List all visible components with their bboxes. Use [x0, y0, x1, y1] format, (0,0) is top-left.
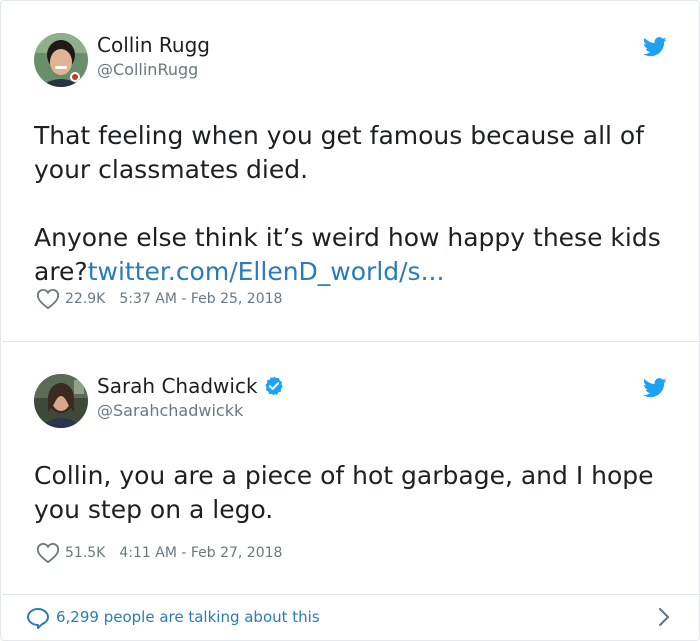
tweet-text: Collin, you are a piece of hot garbage, …: [34, 461, 662, 524]
tweet-collin-rugg[interactable]: Collin Rugg @CollinRugg That feeling whe…: [2, 1, 699, 341]
twitter-bird-icon[interactable]: [643, 37, 667, 57]
tweet-meta: 51.5K 4:11 AM - Feb 27, 2018: [36, 542, 282, 564]
display-name-text[interactable]: Sarah Chadwick: [97, 374, 258, 398]
tweet-meta: 22.9K 5:37 AM - Feb 25, 2018: [36, 288, 282, 310]
tweet-text: That feeling when you get famous because…: [34, 119, 664, 289]
tweet-thread-card: Collin Rugg @CollinRugg That feeling whe…: [0, 0, 700, 641]
user-handle[interactable]: @Sarahchadwickk: [97, 401, 243, 420]
display-name[interactable]: Collin Rugg: [97, 33, 210, 57]
chevron-right-icon[interactable]: [657, 605, 671, 629]
heart-outline-icon[interactable]: [36, 288, 60, 310]
tweet-sarah-chadwick[interactable]: Sarah Chadwick @Sarahchadwickk Collin, y…: [2, 342, 699, 594]
timestamp[interactable]: 5:37 AM - Feb 25, 2018: [119, 291, 282, 307]
conversation-footer[interactable]: 6,299 people are talking about this: [2, 595, 699, 640]
like-count[interactable]: 22.9K: [65, 291, 105, 307]
timestamp[interactable]: 4:11 AM - Feb 27, 2018: [119, 545, 282, 561]
display-name[interactable]: Sarah Chadwick: [97, 374, 285, 398]
twitter-bird-icon[interactable]: [643, 378, 667, 398]
like-count[interactable]: 51.5K: [65, 545, 105, 561]
talking-about-link[interactable]: 6,299 people are talking about this: [56, 608, 320, 626]
tweet-link[interactable]: twitter.com/EllenD_world/s...: [88, 257, 445, 286]
verified-badge-icon: [264, 376, 283, 396]
speech-bubble-icon[interactable]: [26, 607, 50, 629]
avatar[interactable]: [34, 33, 88, 87]
user-handle[interactable]: @CollinRugg: [97, 60, 198, 79]
display-name-text[interactable]: Collin Rugg: [97, 33, 210, 57]
avatar[interactable]: [34, 374, 88, 428]
heart-outline-icon[interactable]: [36, 542, 60, 564]
